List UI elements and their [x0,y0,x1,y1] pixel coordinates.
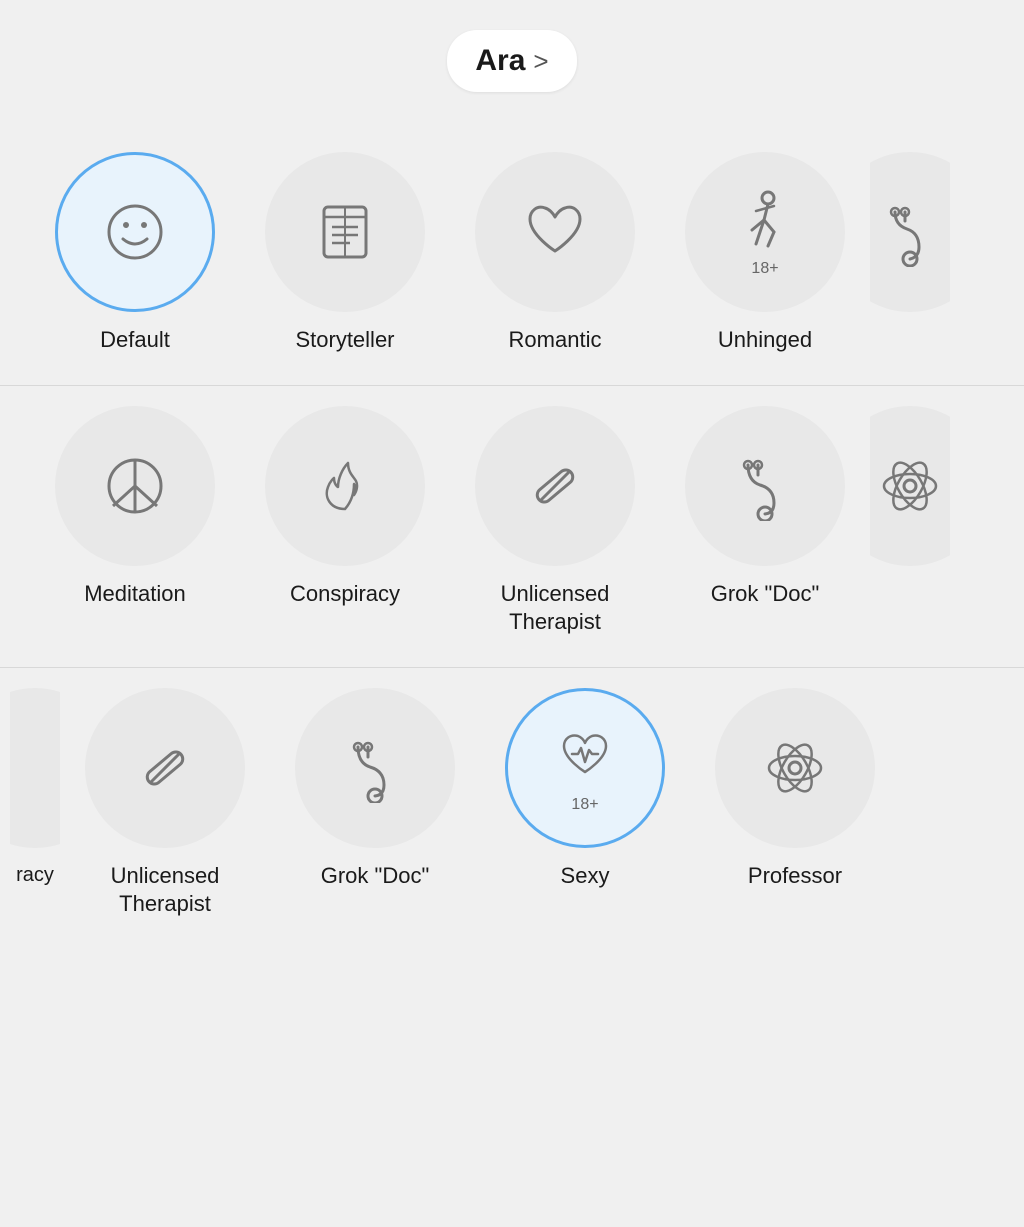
mode-label-unhinged: Unhinged [718,326,812,355]
mode-item-unhinged[interactable]: 18+ Unhinged [660,152,870,355]
stethoscope-icon [730,451,800,521]
row-section-1: Default Storyteller [0,132,1024,386]
mode-item-grok-doc-2[interactable]: Grok "Doc" [270,688,480,891]
mode-item-s-partial [870,406,950,580]
mode-label-unlicensed-therapist: UnlicensedTherapist [501,580,610,637]
mode-label-default: Default [100,326,170,355]
circle-med-partial [870,152,950,312]
mode-item-conspiracy[interactable]: Conspiracy [240,406,450,609]
circle-romantic [475,152,635,312]
circle-professor [715,688,875,848]
circle-storyteller [265,152,425,312]
circle-unlicensed-therapist-2 [85,688,245,848]
row-section-3: racy UnlicensedTherapist [0,668,1024,949]
mode-label-professor: Professor [748,862,842,891]
header-button[interactable]: Ara > [447,30,576,92]
row-1-scroll: Default Storyteller [0,132,1024,385]
mode-item-default[interactable]: Default [30,152,240,355]
page-container: Ara > Default [0,0,1024,1227]
row-section-2: Meditation Conspiracy [0,386,1024,668]
circle-meditation [55,406,215,566]
mode-item-professor[interactable]: Professor [690,688,900,891]
pill-2-icon [130,733,200,803]
row-2-scroll: Meditation Conspiracy [0,386,1024,667]
mode-item-racy-partial: racy [10,688,60,888]
circle-conspiracy [265,406,425,566]
mode-label-racy: racy [16,862,54,888]
row-3-scroll: racy UnlicensedTherapist [0,668,1024,949]
unhinged-badge: 18+ [751,260,778,278]
walker-icon [730,186,800,256]
mode-label-grok-doc-2: Grok "Doc" [321,862,430,891]
book-icon [310,197,380,267]
circle-grok-doc-2 [295,688,455,848]
circle-default [55,152,215,312]
stethoscope-partial-icon [875,197,945,267]
mode-item-unlicensed-therapist-2[interactable]: UnlicensedTherapist [60,688,270,919]
chevron-icon: > [533,46,548,77]
heart-pulse-icon [550,722,620,792]
circle-racy-partial [10,688,60,848]
header-title: Ara [475,44,525,78]
fire-icon [310,451,380,521]
sexy-badge: 18+ [571,796,598,814]
mode-label-storyteller: Storyteller [295,326,394,355]
mode-item-grok-doc[interactable]: Grok "Doc" [660,406,870,609]
mode-item-storyteller[interactable]: Storyteller [240,152,450,355]
heart-icon [520,197,590,267]
circle-grok-doc [685,406,845,566]
smiley-icon [100,197,170,267]
atom-partial-icon [875,451,945,521]
mode-label-romantic: Romantic [509,326,602,355]
circle-sexy: 18+ [505,688,665,848]
peace-icon [100,451,170,521]
mode-label-unlicensed-therapist-2: UnlicensedTherapist [111,862,220,919]
circle-unhinged: 18+ [685,152,845,312]
mode-label-sexy: Sexy [561,862,610,891]
pill-icon [520,451,590,521]
mode-item-sexy[interactable]: 18+ Sexy [480,688,690,891]
circle-s-partial [870,406,950,566]
mode-label-meditation: Meditation [84,580,186,609]
mode-label-conspiracy: Conspiracy [290,580,400,609]
mode-item-med-partial [870,152,950,326]
mode-item-meditation[interactable]: Meditation [30,406,240,609]
circle-unlicensed-therapist [475,406,635,566]
stethoscope-2-icon [340,733,410,803]
atom-icon [760,733,830,803]
mode-label-grok-doc: Grok "Doc" [711,580,820,609]
mode-item-unlicensed-therapist[interactable]: UnlicensedTherapist [450,406,660,637]
mode-item-romantic[interactable]: Romantic [450,152,660,355]
